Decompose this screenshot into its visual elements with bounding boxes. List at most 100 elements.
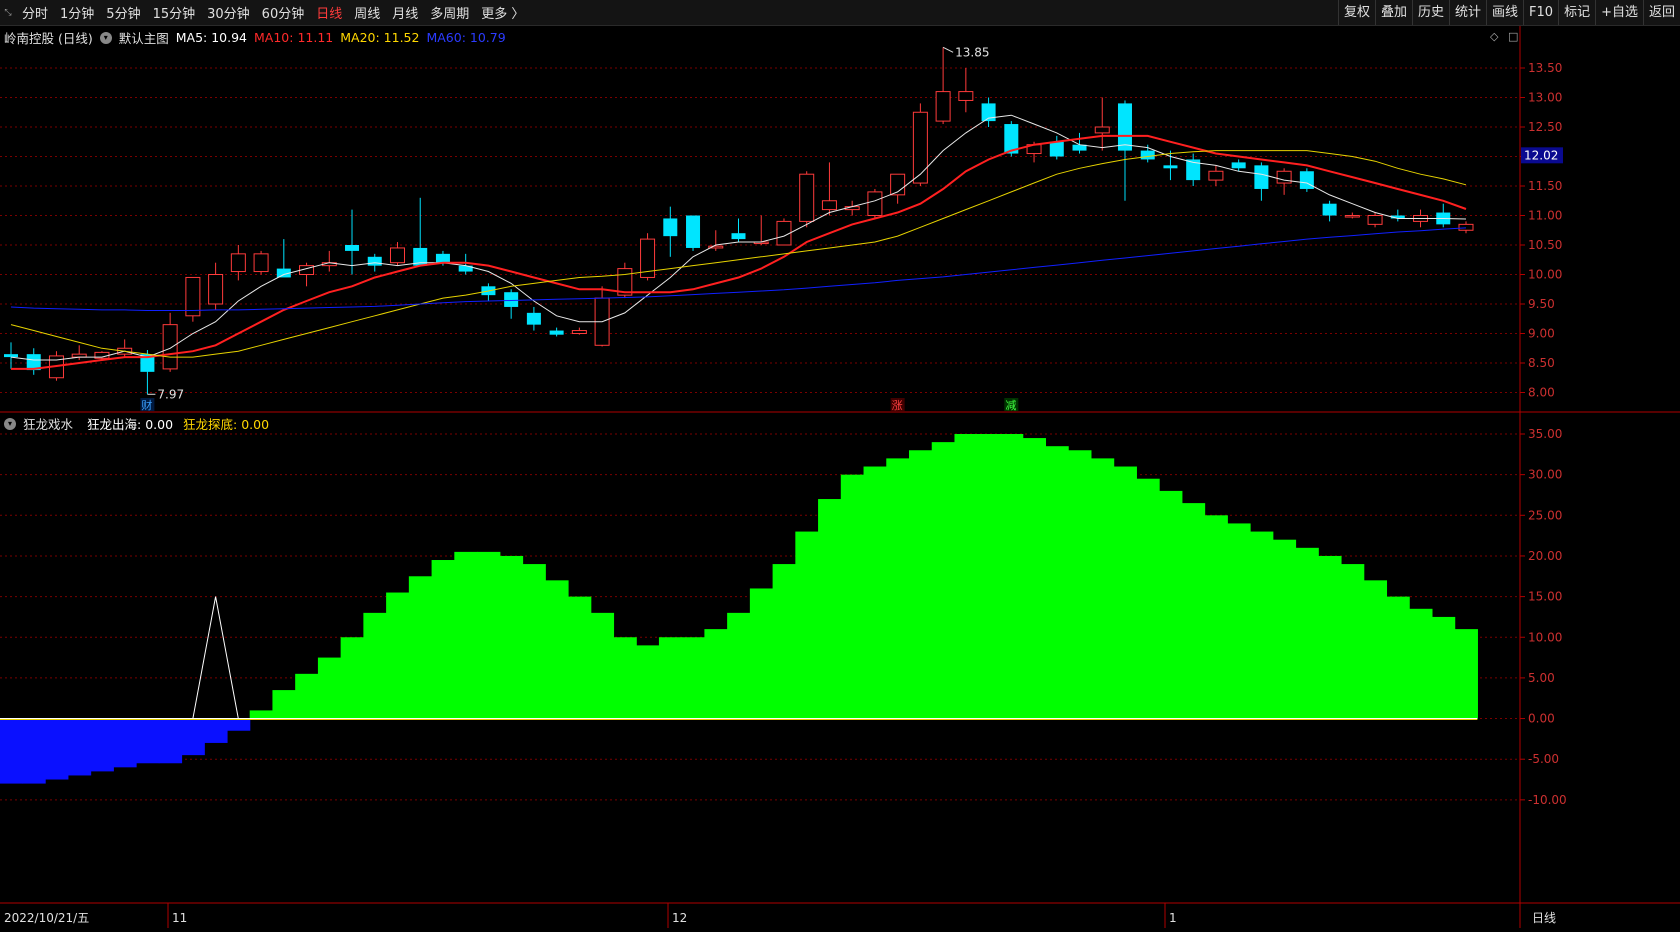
event-marker: 涨 [892,399,903,412]
indicator-bars [0,434,1478,784]
toolbar-action-button[interactable]: 返回 [1642,0,1680,25]
ma-line-ma20 [10,150,1467,358]
indicator-bar [22,718,46,784]
action-bar: 复权 叠加 历史 统计 画线 F10 标记 +自选 返回 [1337,0,1680,25]
price-tick-label: 9.50 [1528,297,1555,311]
date-label: 2022/10/21/五 [4,911,89,925]
candle-body [1140,150,1155,160]
candle-body [867,191,883,216]
toolbar-action-button[interactable]: 统计 [1449,0,1486,25]
candle-body [162,324,178,370]
ma-line-ma10 [11,134,1467,370]
high-pointer [942,46,954,53]
indicator-bar [1386,596,1410,719]
period-tab[interactable]: 多周期 [424,3,475,22]
indicator-bar [1431,616,1456,719]
period-tab[interactable]: 1分钟 [54,3,100,22]
period-tab[interactable]: 更多 〉 [475,3,530,22]
indicator-bar [590,612,615,719]
square-icon: □ [1508,30,1518,43]
indicator-bar [727,612,751,719]
candle-body [1322,203,1337,216]
high-price-label: 13.85 [955,45,989,59]
candle-body [571,330,587,334]
indicator-bar [295,673,319,719]
toolbar-action-button[interactable]: +自选 [1595,0,1643,25]
indicator-bar [977,434,1001,719]
candle-body [526,312,541,325]
indicator-bar [1159,490,1183,719]
candle-body [663,218,678,237]
indicator-tick-label: 10.00 [1528,630,1562,644]
current-price-label: 12.02 [1524,148,1558,162]
indicator-bar [954,434,978,719]
indicator-bar [477,551,501,719]
indicator-bar [749,588,774,719]
indicator-bar [249,710,274,719]
indicator-bar [499,555,524,719]
toolbar-action-button[interactable]: F10 [1523,0,1558,25]
period-tab[interactable]: 周线 [348,3,386,22]
indicator-bar [1022,438,1047,719]
toolbar-action-button[interactable]: 画线 [1486,0,1523,25]
indicator-bar [795,531,819,719]
indicator-bar [363,612,387,719]
indicator-bar [704,629,728,719]
price-tick-label: 13.00 [1528,91,1562,105]
indicator-tick-label: 25.00 [1528,508,1562,522]
candle-body [549,330,564,335]
chart-svg[interactable]: 13.5013.0012.5012.0011.5011.0010.5010.00… [0,26,1680,928]
indicator-tick-label: 20.00 [1528,549,1562,563]
chart-area[interactable]: 13.5013.0012.5012.0011.5011.0010.5010.00… [0,26,1680,932]
price-tick-label: 11.00 [1528,209,1562,223]
indicator-bar [840,474,865,719]
price-tick-label: 8.50 [1528,356,1555,370]
toolbar-action-button[interactable]: 历史 [1411,0,1449,25]
period-tab[interactable]: 60分钟 [256,3,311,22]
candle-body [4,354,18,358]
toolbar-action-button[interactable]: 叠加 [1374,0,1412,25]
period-tab[interactable]: 月线 [386,3,424,22]
indicator-bar [67,718,92,776]
indicator-bar [1363,580,1388,719]
indicator-bar [317,657,342,719]
indicator-tick-label: 0.00 [1528,712,1555,726]
indicator-bar [909,450,933,719]
period-tab[interactable]: 5分钟 [100,3,146,22]
indicator-bar [999,434,1024,719]
indicator-bar [113,718,137,768]
candle-body [389,247,405,264]
indicator-tick-label: 5.00 [1528,671,1555,685]
indicator-bar [408,576,433,719]
indicator-bar [1454,629,1478,719]
price-tick-label: 10.50 [1528,238,1562,252]
toolbar-action-button[interactable]: 复权 [1337,0,1375,25]
indicator-bar [567,596,592,719]
candle-body [1094,126,1110,134]
period-tab[interactable]: 15分钟 [147,3,202,22]
price-tick-label: 9.00 [1528,327,1555,341]
price-tick-label: 10.00 [1528,268,1562,282]
indicator-bar [636,645,660,719]
indicator-bar [90,718,114,772]
period-tab[interactable]: 日线 [310,3,348,22]
indicator-bar [1113,466,1137,719]
indicator-bar [0,718,23,784]
candle-body [821,200,837,211]
period-tab[interactable]: 30分钟 [201,3,256,22]
indicator-bar [1090,458,1115,719]
candle-body [731,233,746,240]
price-tick-label: 8.00 [1528,386,1555,400]
indicator-tick-label: 35.00 [1528,427,1562,441]
toolbar-action-button[interactable]: 标记 [1558,0,1595,25]
indicator-tick-label: -10.00 [1528,793,1567,807]
indicator-bar [522,564,546,719]
indicator-bar [1045,446,1069,719]
indicator-bar [226,718,251,731]
indicator-bar [1136,478,1160,719]
candle-body [253,253,269,273]
indicator-bar [613,637,637,719]
period-tab[interactable]: 分时 [16,3,54,22]
collapse-arrow-icon[interactable]: ⤡ [0,0,16,25]
indicator-bar [454,551,478,719]
